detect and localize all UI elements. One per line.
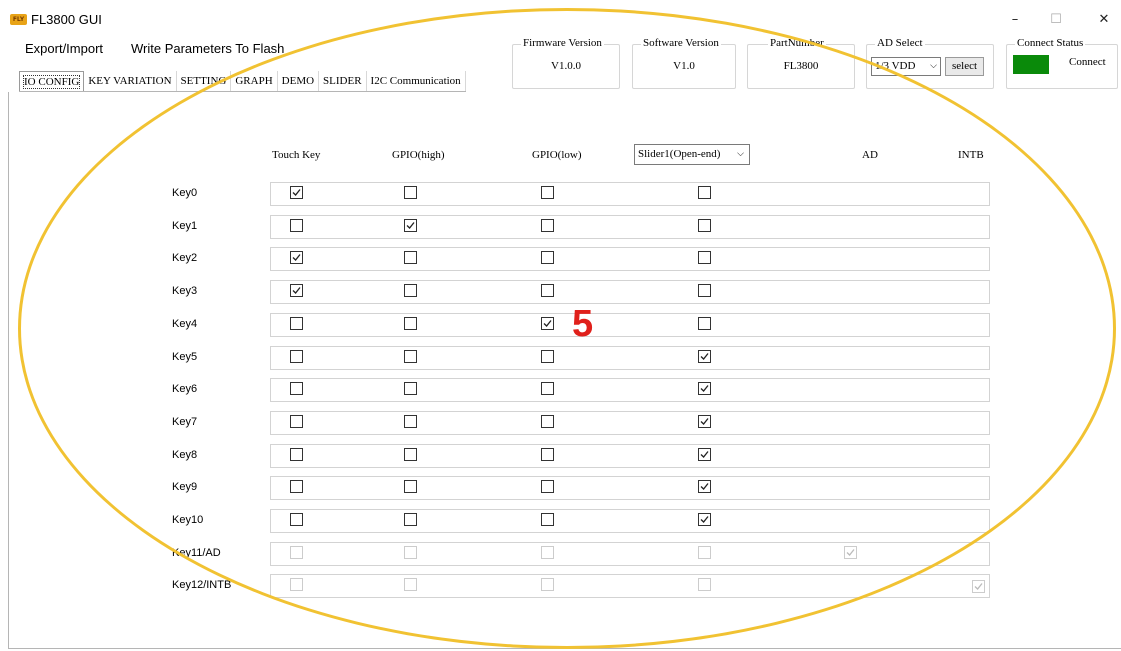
ad-select-button[interactable]: select bbox=[945, 57, 985, 76]
menu-write-parameters[interactable]: Write Parameters To Flash bbox=[131, 41, 284, 56]
app-logo-icon: FLY bbox=[10, 14, 27, 25]
tab-key-variation[interactable]: KEY VARIATION bbox=[84, 71, 177, 91]
chevron-down-icon: ⌵ bbox=[930, 61, 937, 71]
checkmark-icon bbox=[974, 583, 983, 590]
intb-checkbox bbox=[972, 580, 985, 593]
window-title: FL3800 GUI bbox=[31, 12, 102, 27]
minimize-button[interactable]: – bbox=[1000, 10, 1030, 30]
tab-io-config[interactable]: IO CONFIG bbox=[19, 71, 85, 91]
connect-status-indicator bbox=[1013, 55, 1049, 74]
connect-status-label: Connect Status bbox=[1015, 37, 1086, 49]
highlight-ellipse bbox=[18, 8, 1116, 649]
ad-select-label: AD Select bbox=[875, 37, 925, 49]
connect-button[interactable]: Connect bbox=[1069, 56, 1106, 68]
menu-export-import[interactable]: Export/Import bbox=[25, 41, 103, 56]
key-label: Key12/INTB bbox=[172, 579, 232, 591]
maximize-button[interactable]: ☐ bbox=[1041, 10, 1071, 30]
annotation-number: 5 bbox=[572, 303, 594, 345]
close-button[interactable]: ✕ bbox=[1089, 10, 1119, 30]
